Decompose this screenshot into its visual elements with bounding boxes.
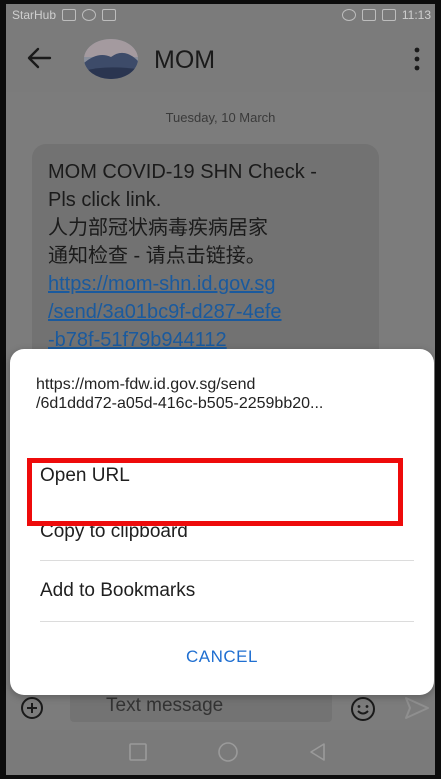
carrier-label: StarHub [12,8,57,22]
status-bar: StarHub 11:13 [6,4,435,26]
more-options-button[interactable] [407,42,427,76]
triangle-back-icon [310,743,325,761]
emoji-button[interactable] [350,696,376,722]
message-line: MOM COVID-19 SHN Check - [48,161,317,183]
option-divider [40,621,414,622]
dialog-url-line: https://mom-fdw.id.gov.sg/send [36,376,256,393]
system-navigation-bar [6,730,435,775]
circle-icon [218,742,238,762]
mountain-avatar-icon [84,39,138,79]
battery-icon [381,9,396,21]
signal-icon [62,9,77,21]
cancel-button[interactable]: CANCEL [10,637,434,677]
send-button[interactable] [404,696,430,720]
option-divider [40,560,414,561]
back-arrow-icon [27,47,52,69]
message-line: 人力部冠状病毒疾病居家 [48,217,268,239]
message-line: Pls click link. [48,189,162,211]
alarm-icon [341,9,356,21]
message-link[interactable]: /send/3a01bc9f-d287-4efe [48,298,363,326]
square-icon [129,743,147,761]
back-button[interactable] [24,42,56,74]
highlight-box [27,458,403,526]
home-button[interactable] [216,740,240,764]
more-vert-icon [414,47,420,71]
dialog-url: https://mom-fdw.id.gov.sg/send /6d1ddd72… [36,375,416,413]
add-circle-icon [21,697,43,719]
attach-button[interactable] [20,696,44,720]
recents-button[interactable] [126,740,150,764]
message-line: 通知检查 - 请点击链接。 [48,245,266,267]
send-icon [405,697,429,719]
bluetooth-icon [361,9,376,21]
date-separator: Tuesday, 10 March [165,110,276,125]
avatar[interactable] [84,39,138,79]
message-link[interactable]: https://mom-shn.id.gov.sg [48,270,363,298]
notification-icon [102,9,117,21]
smiley-icon [351,697,375,721]
back-nav-button[interactable] [306,740,330,764]
add-to-bookmarks-option[interactable]: Add to Bookmarks [10,562,434,620]
message-bubble[interactable]: MOM COVID-19 SHN Check - Pls click link.… [32,144,379,364]
dialog-url-line: /6d1ddd72-a05d-416c-b505-2259bb20... [36,395,324,412]
contact-name: MOM [154,46,216,74]
status-time: 11:13 [401,8,431,22]
wifi-icon [82,9,97,21]
conversation-toolbar: MOM [6,26,435,92]
